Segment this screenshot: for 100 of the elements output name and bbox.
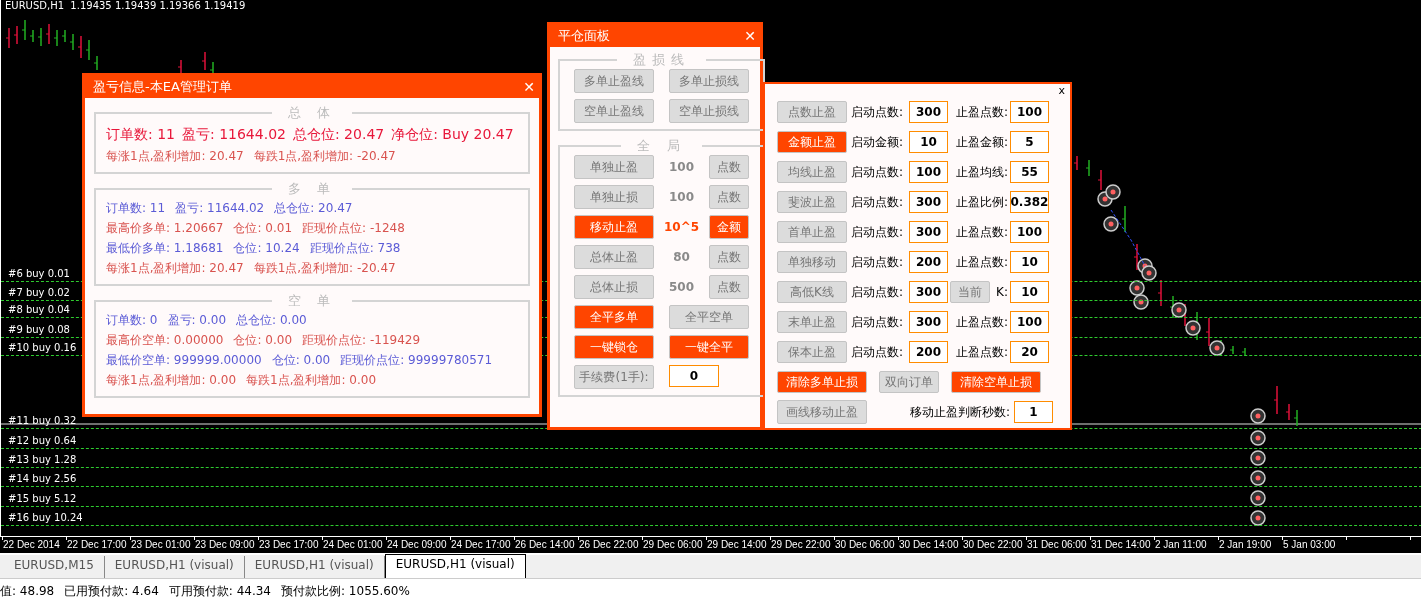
panel-button[interactable]: 金额止盈 — [777, 131, 847, 153]
panel-button[interactable]: 双向订单 — [879, 371, 939, 393]
panel-button[interactable]: 一键全平 — [669, 335, 749, 359]
field-label: 启动点数: — [850, 223, 905, 241]
panel-button[interactable]: 保本止盈 — [777, 341, 847, 363]
stat-text: 总仓位: 20.47 — [274, 200, 353, 217]
value-field[interactable]: 300 — [909, 281, 948, 303]
panel-button[interactable]: 点数 — [709, 245, 749, 269]
axis-label: 23 Dec 17:00 — [258, 538, 320, 552]
chart-tab[interactable]: EURUSD,H1 (visual) — [384, 554, 526, 578]
panel-button[interactable]: 当前 — [950, 281, 990, 303]
order-label: #16 buy 10.24 — [7, 512, 83, 524]
panel-button[interactable]: 金额 — [709, 215, 749, 239]
stat-text: 净仓位: Buy 20.47 — [391, 125, 514, 144]
stat-text: 距现价点位: 738 — [309, 240, 401, 257]
stat-text: 每跌1点,盈利增加: -20.47 — [253, 260, 396, 277]
candle — [1205, 317, 1210, 347]
axis-label: 24 Dec 01:00 — [322, 538, 384, 552]
value-field[interactable]: 10 — [1010, 281, 1049, 303]
panel-button[interactable]: 一键锁仓 — [574, 335, 654, 359]
candle — [1273, 385, 1278, 415]
chart-tab[interactable]: EURUSD,H1 (visual) — [244, 556, 385, 578]
stat-text: 仓位: 0.00 — [233, 332, 293, 349]
panel-button[interactable]: 清除多单止损 — [777, 371, 867, 393]
axis-label: 26 Dec 14:00 — [514, 538, 576, 552]
panel-button[interactable]: 点数 — [709, 155, 749, 179]
value-field[interactable]: 10 — [909, 131, 948, 153]
panel-button[interactable]: 点数 — [709, 185, 749, 209]
value-field[interactable]: 100 — [1010, 311, 1049, 333]
value-field[interactable]: 5 — [1010, 131, 1049, 153]
chart-tab[interactable]: EURUSD,H1 (visual) — [104, 556, 245, 578]
panel-button[interactable]: 总体止损 — [574, 275, 654, 299]
fee-field[interactable]: 0 — [669, 365, 719, 387]
panel-button[interactable]: 末单止盈 — [777, 311, 847, 333]
panel-button[interactable]: 点数止盈 — [777, 101, 847, 123]
value-field[interactable]: 1 — [1014, 401, 1053, 423]
panel-button[interactable]: 多单止盈线 — [574, 69, 654, 93]
stat-text: 盈亏: 11644.02 — [182, 125, 286, 144]
panel-button[interactable]: 清除空单止损 — [951, 371, 1041, 393]
field-label: 启动点数: — [850, 253, 905, 271]
trend-line — [1110, 209, 1146, 267]
value-field[interactable]: 10 — [1010, 251, 1049, 273]
order-label: #9 buy 0.08 — [7, 324, 70, 336]
value-field[interactable]: 300 — [909, 191, 948, 213]
panel-button[interactable]: 画线移动止盈 — [777, 400, 867, 424]
field-label: 启动点数: — [850, 283, 905, 301]
window-title: 平仓面板 — [558, 27, 610, 45]
stat-text: 仓位: 10.24 — [233, 240, 300, 257]
value-field[interactable]: 100 — [1010, 221, 1049, 243]
value-field[interactable]: 200 — [909, 341, 948, 363]
order-marker-icon — [1250, 450, 1266, 466]
value-field[interactable]: 300 — [909, 221, 948, 243]
stat-text: 最低价多单: 1.18681 — [106, 240, 224, 257]
order-label: #11 buy 0.32 — [7, 415, 77, 427]
value-field[interactable]: 100 — [1010, 101, 1049, 123]
close-button[interactable]: ✕ — [744, 28, 756, 44]
value-field[interactable]: 300 — [909, 101, 948, 123]
value-field[interactable]: 100 — [909, 161, 948, 183]
panel-button[interactable]: 空单止盈线 — [574, 99, 654, 123]
close-button[interactable]: ✕ — [523, 79, 535, 95]
panel-button[interactable]: 全平多单 — [574, 305, 654, 329]
candle — [1285, 403, 1290, 421]
axis-label: 29 Dec 06:00 — [642, 538, 704, 552]
panel-button[interactable]: 全平空单 — [669, 305, 749, 329]
value-field[interactable]: 0.382 — [1010, 191, 1049, 213]
value-field[interactable]: 20 — [1010, 341, 1049, 363]
value-text: 10^5 — [662, 220, 701, 234]
panel-button[interactable]: 空单止损线 — [669, 99, 749, 123]
axis-label: 29 Dec 14:00 — [706, 538, 768, 552]
order-label: #12 buy 0.64 — [7, 435, 77, 447]
value-field[interactable]: 55 — [1010, 161, 1049, 183]
panel-button[interactable]: 单独止盈 — [574, 155, 654, 179]
stat-text: 距现价点位: -1248 — [302, 220, 405, 237]
stat-text: 订单数: 0 — [106, 312, 158, 329]
panel-button[interactable]: 斐波止盈 — [777, 191, 847, 213]
section-title: 全 局 — [636, 137, 687, 155]
axis-label: 30 Dec 22:00 — [962, 538, 1024, 552]
stat-text: 每涨1点,盈利增加: 20.47 — [106, 148, 244, 165]
panel-button[interactable]: 移动止盈 — [574, 215, 654, 239]
panel-button[interactable]: 首单止盈 — [777, 221, 847, 243]
panel-button[interactable]: 总体止盈 — [574, 245, 654, 269]
panel-button[interactable]: 单独移动 — [777, 251, 847, 273]
panel-button[interactable]: 点数 — [709, 275, 749, 299]
order-label: #15 buy 5.12 — [7, 493, 77, 505]
panel-button[interactable]: 高低K线 — [777, 281, 847, 303]
panel-button[interactable]: 均线止盈 — [777, 161, 847, 183]
field-label: 止盈均线: — [954, 163, 1008, 181]
value-field[interactable]: 200 — [909, 251, 948, 273]
chart-tab[interactable]: EURUSD,M15 — [4, 556, 105, 578]
status-text: 预付款比例: 1055.60% — [281, 582, 410, 600]
panel-button[interactable]: 多单止损线 — [669, 69, 749, 93]
panel-button[interactable]: 单独止损 — [574, 185, 654, 209]
close-button[interactable]: x — [1058, 84, 1065, 97]
chart-title: EURUSD,H1 1.19435 1.19439 1.19366 1.19419 — [5, 0, 246, 12]
stat-text: 每涨1点,盈利增加: 0.00 — [106, 372, 237, 389]
window-title: 盈亏信息-本EA管理订单 — [93, 78, 232, 96]
value-field[interactable]: 300 — [909, 311, 948, 333]
order-marker-icon — [1250, 490, 1266, 506]
order-marker-icon — [1133, 294, 1149, 310]
candle — [85, 39, 90, 61]
